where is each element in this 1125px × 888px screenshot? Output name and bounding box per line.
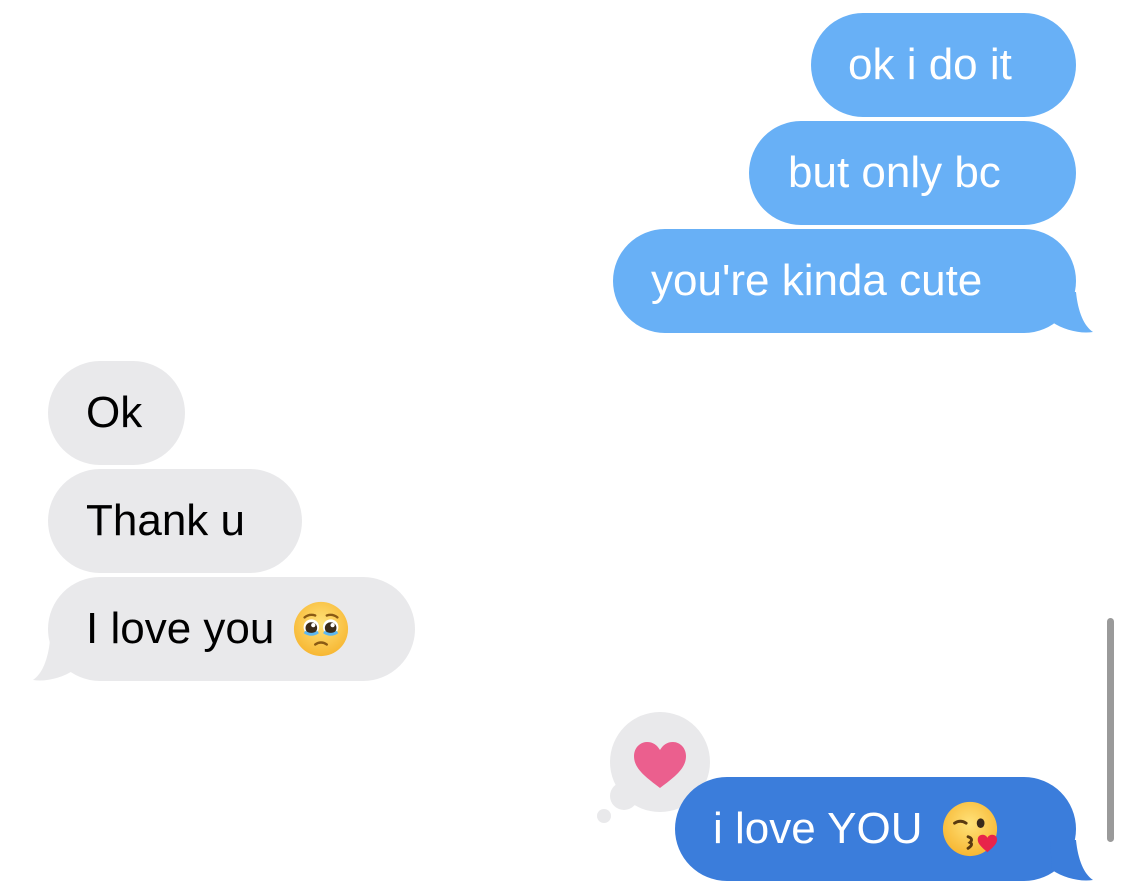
incoming-message-bubble[interactable]: I love you xyxy=(48,577,415,681)
message-text: ok i do it xyxy=(848,40,1012,89)
face-blowing-kiss-emoji xyxy=(942,801,997,857)
scrollbar[interactable] xyxy=(1107,618,1114,842)
message-text: Ok xyxy=(86,388,143,437)
message-text: I love you xyxy=(86,604,275,653)
message-text: i love YOU xyxy=(713,804,923,853)
message-text: but only bc xyxy=(788,148,1001,197)
message-text: Thank u xyxy=(86,496,245,545)
outgoing-message-bubble[interactable]: but only bc xyxy=(749,121,1076,225)
incoming-message-bubble[interactable]: Ok xyxy=(48,361,185,465)
incoming-message-bubble[interactable]: Thank u xyxy=(48,469,302,573)
pleading-face-emoji xyxy=(294,601,349,657)
outgoing-message-bubble[interactable]: you're kinda cute xyxy=(613,229,1076,333)
outgoing-message-bubble[interactable]: ok i do it xyxy=(811,13,1076,117)
message-text: you're kinda cute xyxy=(651,256,983,305)
outgoing-message-bubble[interactable]: i love YOU xyxy=(675,777,1076,881)
